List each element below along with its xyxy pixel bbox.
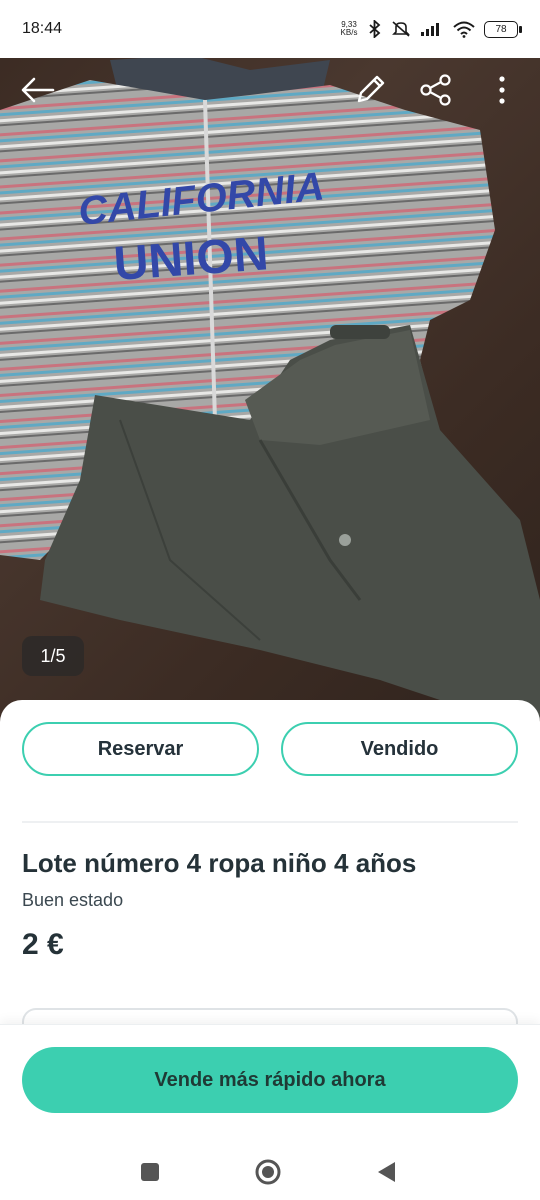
network-speed-unit: KB/s bbox=[340, 28, 358, 37]
reserve-button[interactable]: Reservar bbox=[22, 722, 259, 776]
product-photo[interactable]: CALIFORNIA UNION bbox=[0, 0, 540, 740]
system-nav-bar bbox=[0, 1136, 540, 1200]
product-details-sheet: Reservar Vendido Lote número 4 ropa niño… bbox=[0, 700, 540, 1048]
product-condition: Buen estado bbox=[22, 890, 124, 910]
bottom-action-bar: Vende más rápido ahora bbox=[0, 1024, 540, 1136]
sold-button[interactable]: Vendido bbox=[281, 722, 518, 776]
nav-recent-button[interactable] bbox=[130, 1152, 170, 1192]
back-button[interactable] bbox=[16, 68, 60, 112]
battery-level: 78 bbox=[495, 23, 507, 35]
share-button[interactable] bbox=[414, 68, 458, 112]
divider bbox=[22, 821, 518, 823]
battery-indicator: 78 bbox=[484, 20, 522, 38]
pencil-icon bbox=[357, 75, 385, 103]
print-text-mid: UNION bbox=[112, 227, 270, 291]
product-price: 2 € bbox=[22, 928, 64, 961]
product-title: Lote número 4 ropa niño 4 años bbox=[22, 848, 417, 878]
square-icon bbox=[141, 1163, 159, 1181]
signal-icon bbox=[421, 23, 439, 36]
sell-faster-button[interactable]: Vende más rápido ahora bbox=[22, 1047, 518, 1113]
more-vertical-icon bbox=[499, 76, 505, 104]
arrow-left-icon bbox=[21, 77, 55, 103]
share-icon bbox=[420, 74, 451, 106]
circle-icon bbox=[255, 1159, 281, 1185]
status-icons: 9,33 KB/s 78 bbox=[339, 20, 522, 38]
photo-counter: 1/5 bbox=[22, 636, 84, 676]
nav-back-button[interactable] bbox=[366, 1152, 406, 1192]
wifi-icon bbox=[453, 21, 475, 38]
status-time: 18:44 bbox=[22, 20, 63, 37]
nav-home-button[interactable] bbox=[248, 1152, 288, 1192]
more-options-button[interactable] bbox=[480, 68, 524, 112]
status-actions: Reservar Vendido bbox=[22, 722, 518, 776]
mute-icon bbox=[392, 21, 410, 37]
edit-button[interactable] bbox=[348, 68, 392, 112]
bluetooth-icon bbox=[369, 20, 381, 38]
clothing-illustration: CALIFORNIA UNION bbox=[0, 55, 540, 720]
triangle-icon bbox=[378, 1162, 395, 1182]
network-speed: 9,33 KB/s bbox=[339, 21, 359, 37]
status-bar: 18:44 9,33 KB/s 78 bbox=[0, 0, 540, 58]
